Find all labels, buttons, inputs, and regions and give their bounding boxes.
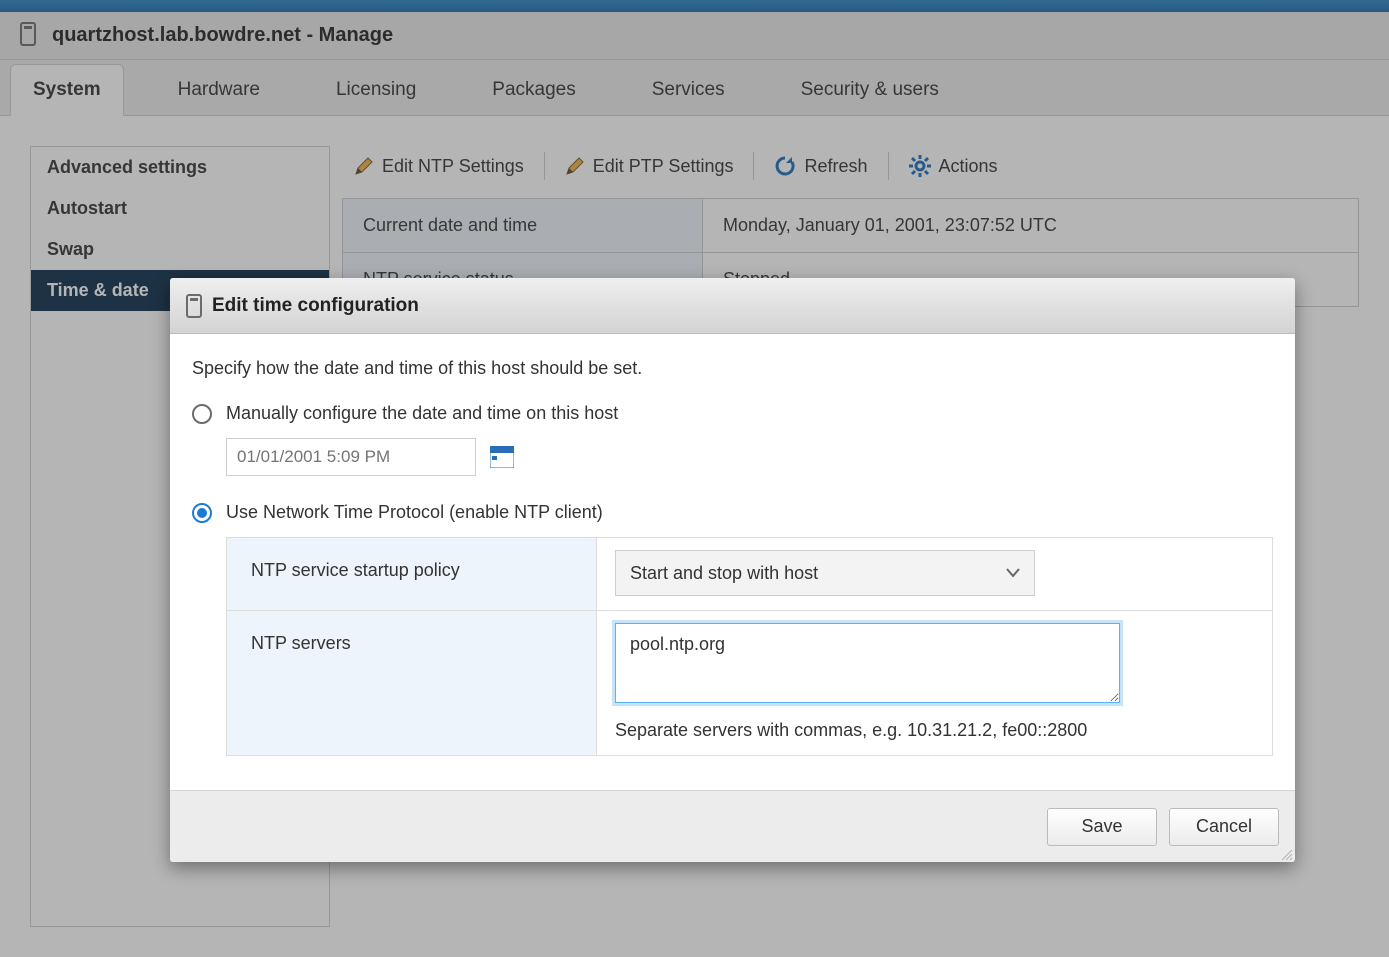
dialog-footer: Save Cancel [170, 790, 1295, 862]
radio-manual[interactable] [192, 404, 212, 424]
dialog-title: Edit time configuration [212, 295, 419, 317]
cancel-button[interactable]: Cancel [1169, 808, 1279, 846]
radio-manual-label: Manually configure the date and time on … [226, 403, 618, 424]
ntp-policy-label: NTP service startup policy [227, 538, 597, 610]
dialog-body: Specify how the date and time of this ho… [170, 334, 1295, 790]
ntp-servers-hint: Separate servers with commas, e.g. 10.31… [615, 720, 1120, 741]
radio-ntp-label: Use Network Time Protocol (enable NTP cl… [226, 502, 603, 523]
ntp-config-box: NTP service startup policy Start and sto… [226, 537, 1273, 756]
edit-time-configuration-dialog: Edit time configuration Specify how the … [170, 278, 1295, 862]
ntp-servers-label: NTP servers [227, 611, 597, 755]
ntp-policy-value: Start and stop with host [630, 563, 818, 584]
radio-manual-row: Manually configure the date and time on … [192, 403, 1273, 424]
ntp-servers-input[interactable] [615, 623, 1120, 703]
manual-date-input[interactable] [226, 438, 476, 476]
calendar-icon[interactable] [490, 446, 514, 468]
radio-ntp-row: Use Network Time Protocol (enable NTP cl… [192, 502, 1273, 523]
radio-ntp[interactable] [192, 503, 212, 523]
dialog-header: Edit time configuration [170, 278, 1295, 334]
host-icon [186, 294, 202, 318]
chevron-down-icon [1006, 568, 1020, 578]
manual-date-row [226, 438, 1273, 476]
ntp-policy-select[interactable]: Start and stop with host [615, 550, 1035, 596]
save-button[interactable]: Save [1047, 808, 1157, 846]
ntp-policy-row: NTP service startup policy Start and sto… [227, 538, 1272, 610]
ntp-servers-row: NTP servers Separate servers with commas… [227, 610, 1272, 755]
dialog-description: Specify how the date and time of this ho… [192, 358, 1273, 379]
resize-grip-icon[interactable] [1279, 846, 1293, 860]
